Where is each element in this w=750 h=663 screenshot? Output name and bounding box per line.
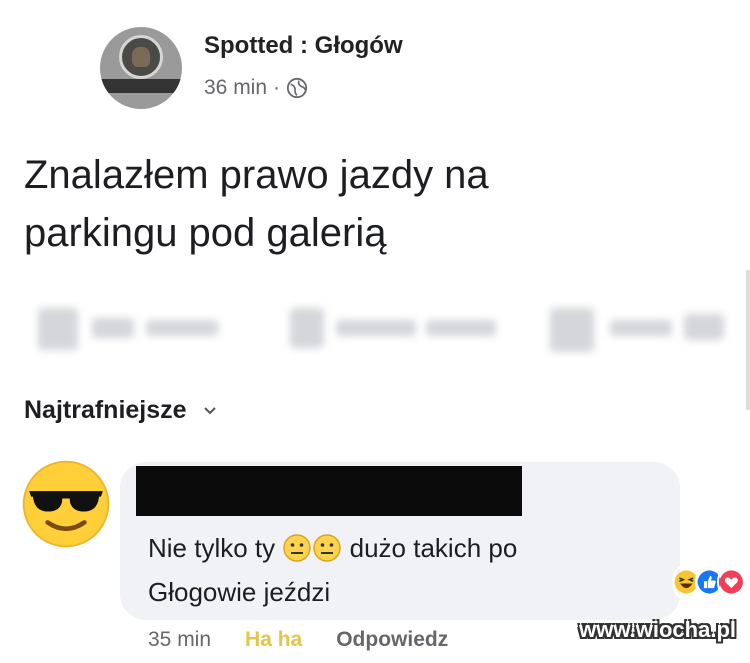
comment-actions: 35 min Ha ha Odpowiedz bbox=[148, 628, 448, 652]
avatar-logo-band bbox=[100, 79, 182, 93]
sort-label: Najtrafniejsze bbox=[24, 396, 187, 424]
post-text-line-2: parkingu pod galerią bbox=[24, 211, 387, 255]
watermark: www.wiocha.pl bbox=[579, 617, 736, 642]
blurred-reaction-bar bbox=[0, 300, 750, 360]
love-reaction-icon bbox=[717, 564, 747, 600]
avatar-photo bbox=[119, 35, 163, 79]
comments-sort-dropdown[interactable]: Najtrafniejsze bbox=[24, 396, 217, 425]
reply-button[interactable]: Odpowiedz bbox=[336, 628, 448, 652]
post-meta: 36 min · bbox=[204, 76, 308, 100]
scrollbar[interactable] bbox=[746, 270, 750, 410]
post-text: Znalazłem prawo jazdy na parkingu pod ga… bbox=[24, 146, 664, 262]
neutral-face-emoji-icon bbox=[283, 534, 312, 562]
comment-text-part-1: Nie tylko ty bbox=[148, 533, 276, 563]
chevron-down-icon bbox=[203, 406, 216, 414]
comment-text-line-2: Głogowie jeździ bbox=[148, 577, 331, 607]
post-time[interactable]: 36 min bbox=[204, 76, 267, 100]
sunglasses-emoji-icon[interactable] bbox=[20, 458, 112, 550]
globe-icon bbox=[286, 77, 308, 99]
comment-time[interactable]: 35 min bbox=[148, 628, 211, 652]
neutral-face-emoji-icon bbox=[313, 534, 342, 562]
page-avatar[interactable] bbox=[100, 27, 182, 109]
post-text-line-1: Znalazłem prawo jazdy na bbox=[24, 153, 489, 197]
comment-text: Nie tylko ty dużo takich po Głogowie jeź… bbox=[148, 526, 658, 614]
redacted-commenter-name bbox=[136, 466, 522, 516]
haha-reaction-button[interactable]: Ha ha bbox=[245, 628, 302, 652]
meta-separator: · bbox=[273, 76, 281, 99]
comment-text-part-2: dużo takich po bbox=[349, 533, 518, 563]
comment-reactions[interactable] bbox=[672, 564, 747, 600]
page-name[interactable]: Spotted : Głogów bbox=[204, 32, 403, 60]
